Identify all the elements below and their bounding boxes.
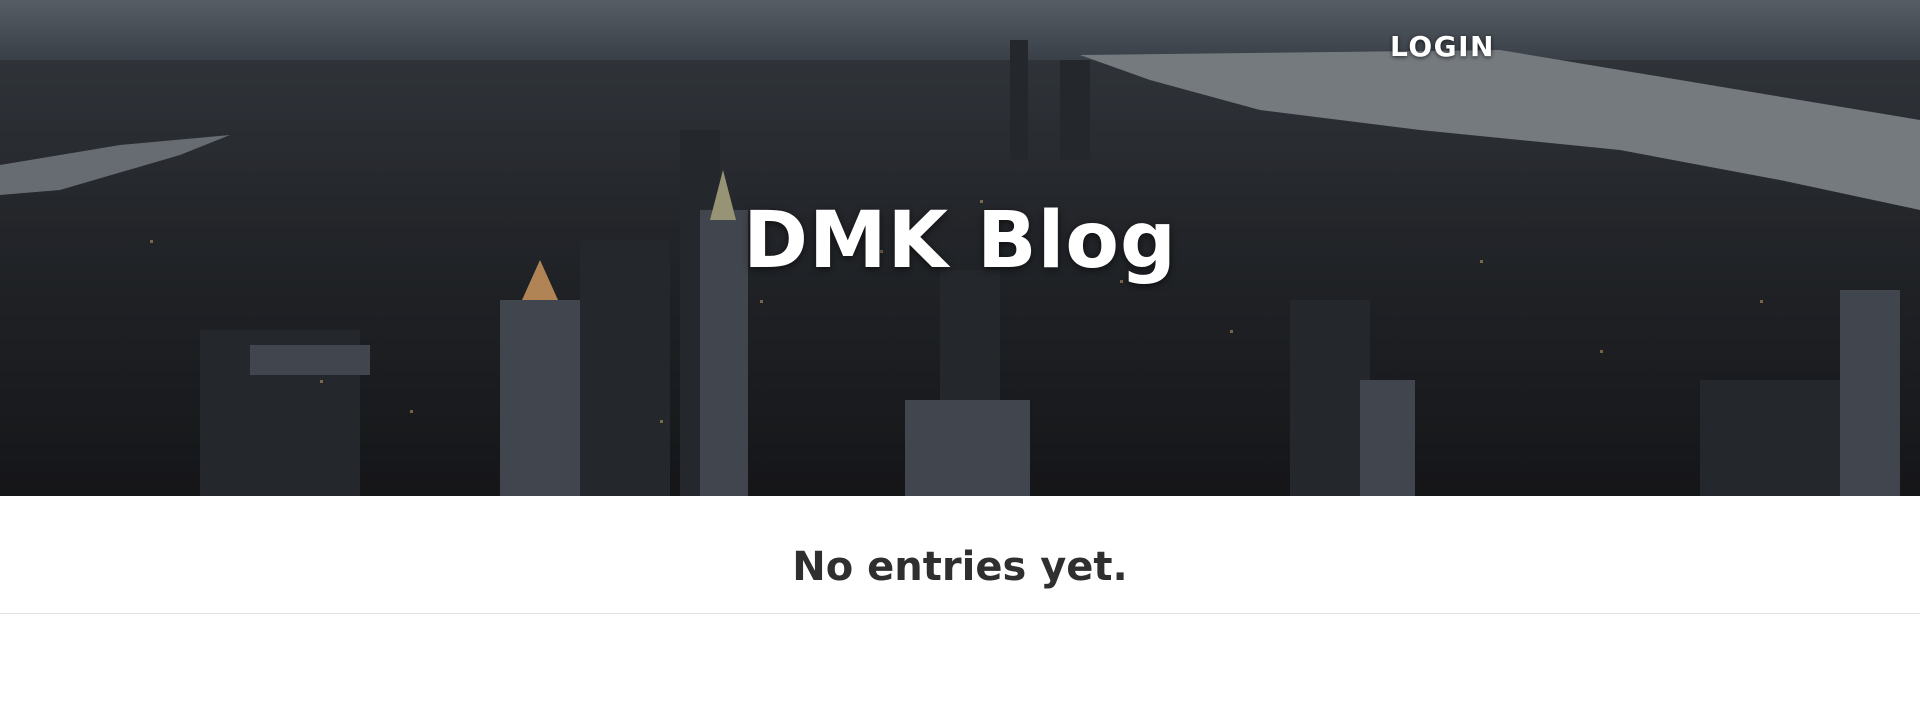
login-link[interactable]: LOGIN — [1390, 30, 1495, 63]
site-title: DMK Blog — [743, 196, 1177, 286]
hero-banner: LOGIN DMK Blog — [0, 0, 1920, 496]
empty-entries-message: No entries yet. — [792, 544, 1128, 590]
main-content: No entries yet. — [0, 496, 1920, 614]
